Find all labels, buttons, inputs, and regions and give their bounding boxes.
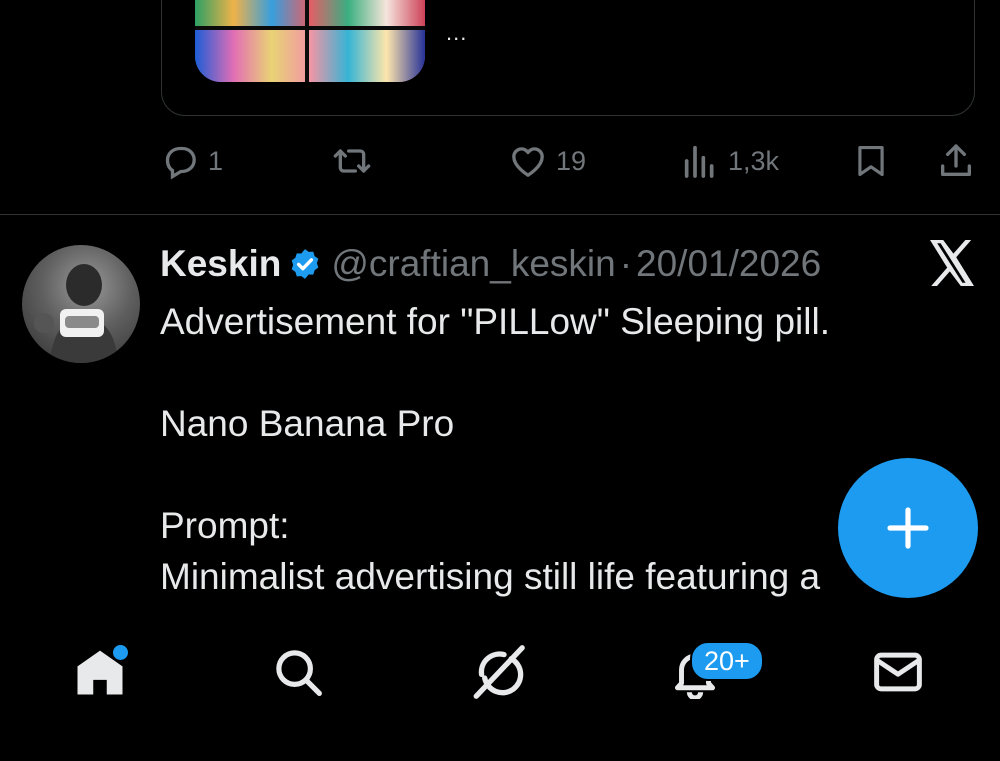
like-button[interactable]: 19 [508, 140, 586, 182]
verified-badge-icon [292, 249, 319, 279]
mail-icon [874, 652, 922, 692]
home-unread-dot [111, 643, 130, 662]
views-button[interactable]: 1,3k [680, 140, 779, 182]
share-button[interactable] [936, 140, 976, 182]
bookmark-icon [858, 145, 884, 177]
repost-button[interactable] [330, 140, 374, 182]
bottom-navigation [0, 622, 1000, 761]
view-count: 1,3k [728, 145, 780, 176]
separator-dot: · [619, 243, 633, 284]
nav-grok[interactable] [468, 642, 528, 702]
nav-messages[interactable] [868, 642, 928, 702]
reply-count: 1 [208, 145, 224, 176]
bookmark-button[interactable] [852, 140, 890, 182]
reply-icon [165, 146, 196, 180]
post-divider [0, 214, 1000, 215]
search-icon [276, 650, 322, 696]
notification-badge: 20+ [690, 641, 764, 681]
post-date[interactable]: 20/01/2026 [636, 243, 821, 285]
post-text-line [160, 449, 960, 500]
post-text-line: Nano Banana Pro [160, 403, 455, 444]
grok-icon [473, 645, 525, 699]
post-text-line: Minimalist advertising still life featur… [160, 556, 821, 597]
previous-post-image[interactable] [195, 0, 425, 82]
author-avatar[interactable] [22, 245, 140, 363]
author-handle[interactable]: @craftian_keskin [331, 243, 615, 285]
heart-icon [512, 147, 544, 177]
like-count: 19 [556, 145, 587, 176]
post-text-line: Advertisement for "PILLow" Sleeping pill… [160, 301, 830, 342]
x-logo-icon [928, 240, 976, 286]
compose-post-button[interactable] [838, 458, 978, 598]
previous-post-action-bar: 1 19 1,3k [160, 140, 980, 182]
plus-icon [887, 507, 929, 549]
reply-button[interactable]: 1 [160, 140, 223, 182]
analytics-icon [684, 145, 714, 178]
share-icon [941, 144, 971, 176]
nav-search[interactable] [268, 642, 328, 702]
post-text-line [160, 347, 960, 398]
more-images-indicator: ... [446, 20, 468, 45]
repost-icon [333, 149, 371, 173]
author-name[interactable]: Keskin [160, 243, 281, 285]
post-header: Keskin @craftian_keskin · 20/01/2026 [160, 240, 821, 288]
post-body: Advertisement for "PILLow" Sleeping pill… [160, 296, 960, 602]
